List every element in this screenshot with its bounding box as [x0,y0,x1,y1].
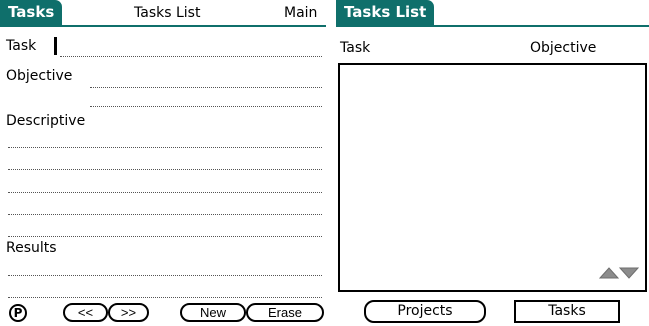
previous-button[interactable]: << [63,303,108,322]
objective-input[interactable] [90,87,322,88]
scroll-arrows [599,267,639,279]
title-bar: Tasks Tasks List Main [0,0,326,27]
task-input[interactable] [60,56,322,57]
scroll-up-icon[interactable] [599,267,620,279]
descriptive-input-line-5[interactable] [8,236,322,237]
projects-button[interactable]: Projects [364,300,486,323]
results-input[interactable] [8,275,322,276]
objective-input-line-2[interactable] [90,106,322,107]
objective-label: Objective [6,68,73,84]
tasks-list-screen: Tasks List Task Objective Projects Tasks [336,0,649,326]
title-bar: Tasks List [336,0,649,27]
descriptive-label: Descriptive [6,113,86,129]
descriptive-input[interactable] [8,147,322,148]
screen-title: Tasks [0,0,63,25]
scroll-down-icon[interactable] [618,267,639,279]
text-cursor [54,37,57,55]
menu-main[interactable]: Main [284,5,317,21]
new-button[interactable]: New [180,303,246,322]
descriptive-input-line-3[interactable] [8,192,322,193]
screen-title: Tasks List [336,0,435,25]
next-button[interactable]: >> [108,303,149,322]
descriptive-input-line-2[interactable] [8,169,322,170]
descriptive-input-line-4[interactable] [8,214,322,215]
p-button[interactable]: P [9,304,27,322]
task-label: Task [6,38,37,54]
erase-button[interactable]: Erase [246,303,324,322]
menu-tasks-list[interactable]: Tasks List [134,5,200,21]
tasks-button[interactable]: Tasks [514,300,620,323]
results-label: Results [6,240,57,256]
column-header-objective: Objective [530,40,597,56]
results-input-line-2[interactable] [8,297,322,298]
task-form-screen: Tasks Tasks List Main Task Objective Des… [0,0,326,326]
tasks-table[interactable] [338,63,647,292]
column-header-task: Task [340,40,371,56]
